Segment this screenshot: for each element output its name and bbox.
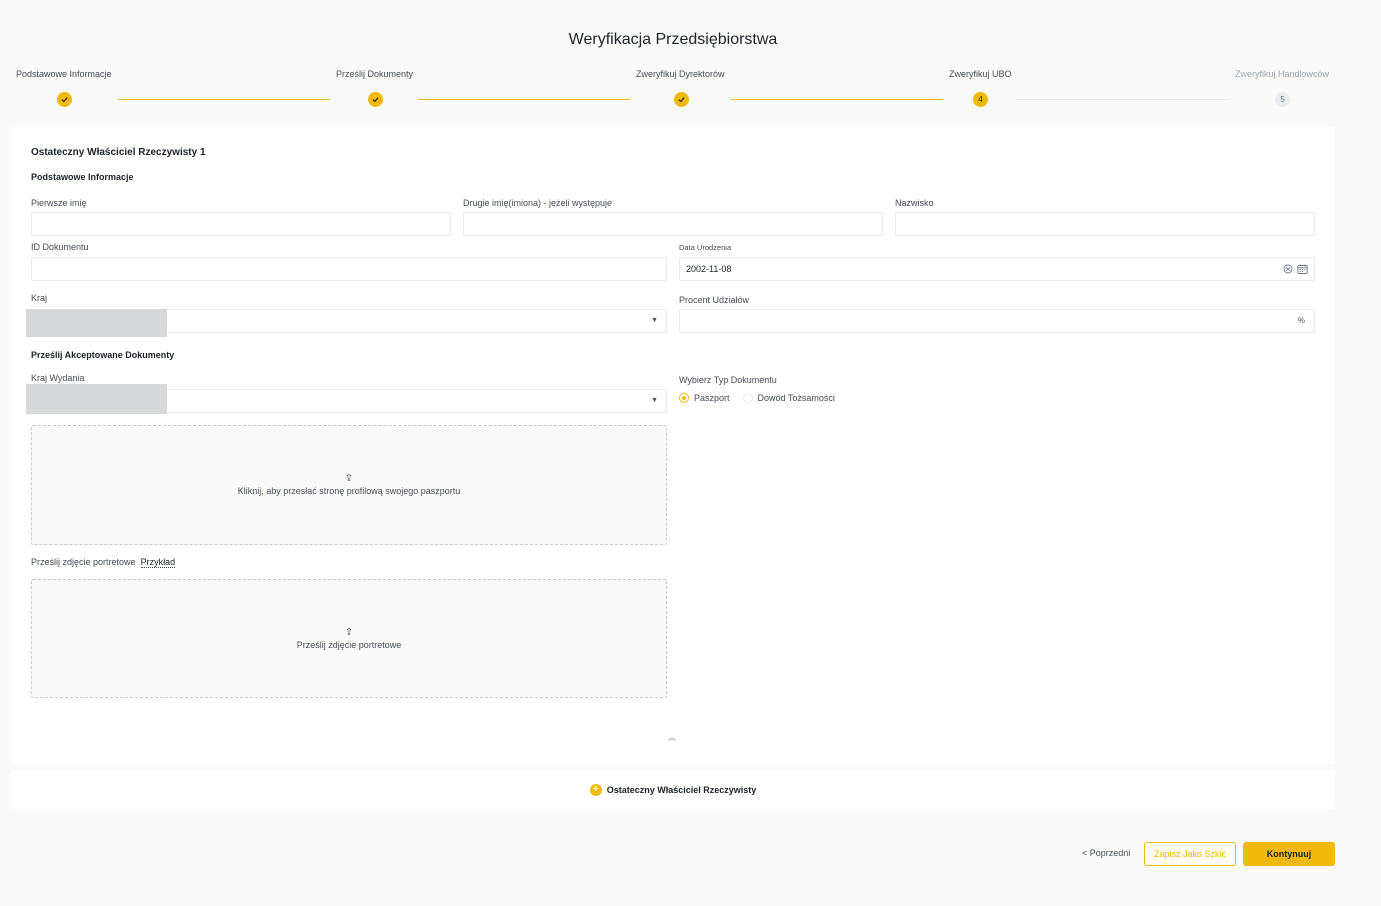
middle-name-label: Drugie imię(imiona) - jeżeli występuje <box>463 198 613 208</box>
doc-type-radio-group: Paszport Dowód Tożsamości <box>679 393 835 403</box>
redacted-area <box>26 384 167 414</box>
step-label-upload-docs: Prześlij Dokumenty <box>336 69 414 79</box>
step-pending-number[interactable]: 5 <box>1275 92 1290 107</box>
share-percent-label: Procent Udziałów <box>679 295 750 305</box>
doc-type-label: Wybierz Typ Dokumentu <box>679 375 777 385</box>
step-label-verify-directors: Zweryfikuj Dyrektorów <box>636 69 725 79</box>
birth-date-value: 2002-11-08 <box>686 264 732 274</box>
step-done-check-icon[interactable] <box>368 92 383 107</box>
passport-upload-text: Kliknij, aby przesłać stronę profilową s… <box>237 486 461 496</box>
issue-country-label: Kraj Wydania <box>31 373 85 383</box>
first-name-label: Pierwsze imię <box>31 198 87 208</box>
document-id-label: ID Dokumentu <box>31 242 89 252</box>
step-connector <box>118 99 330 100</box>
birth-date-input[interactable]: 2002-11-08 <box>679 257 1315 281</box>
portrait-label: Prześlij zdjęcie portretowe Przykład <box>31 557 176 568</box>
first-name-input[interactable] <box>31 212 451 236</box>
radio-id-card-label[interactable]: Dowód Tożsamości <box>758 393 835 403</box>
continue-button[interactable]: Kontynuuj <box>1243 842 1335 866</box>
step-current-number[interactable]: 4 <box>973 92 988 107</box>
percent-suffix: % <box>1297 316 1305 325</box>
step-label-basic-info: Podstawowe Informacje <box>16 69 112 79</box>
step-label-verify-merchants: Zweryfikuj Handlowców <box>1235 69 1330 79</box>
last-name-input[interactable] <box>895 212 1315 236</box>
add-ubo-button[interactable]: + Ostateczny Właściciel Rzeczywisty <box>11 771 1335 809</box>
chevron-up-double-icon[interactable]: ︽ <box>668 732 676 743</box>
middle-name-input[interactable] <box>463 212 883 236</box>
page-title: Weryfikacja Przedsiębiorstwa <box>568 31 778 48</box>
plus-circle-icon: + <box>589 784 602 796</box>
passport-upload-area[interactable]: ⇪ Kliknij, aby przesłać stronę profilową… <box>31 425 667 545</box>
step-connector <box>731 99 943 100</box>
step-connector <box>418 99 630 100</box>
upload-icon: ⇪ <box>344 626 354 638</box>
portrait-upload-area[interactable]: ⇪ Prześlij zdjęcie portretowe <box>31 579 667 698</box>
step-label-verify-ubo: Zweryfikuj UBO <box>949 69 1012 79</box>
radio-passport[interactable] <box>679 393 689 403</box>
save-draft-button[interactable]: Zapisz Jako Szkic <box>1144 842 1236 866</box>
country-label: Kraj <box>31 293 48 303</box>
calendar-icon[interactable] <box>1297 264 1308 274</box>
chevron-down-icon: ▼ <box>651 317 658 324</box>
step-done-check-icon[interactable] <box>674 92 689 107</box>
step-done-check-icon[interactable] <box>57 92 72 107</box>
chevron-down-icon: ▼ <box>651 397 658 404</box>
radio-passport-label[interactable]: Paszport <box>694 393 730 403</box>
basic-info-heading: Podstawowe Informacje <box>31 172 134 182</box>
portrait-label-text: Prześlij zdjęcie portretowe <box>31 557 136 567</box>
clear-icon[interactable] <box>1283 264 1293 274</box>
ubo-title: Ostateczny Właściciel Rzeczywisty 1 <box>31 147 206 158</box>
redacted-area <box>26 309 167 337</box>
birth-date-label: Data Urodzenia <box>679 243 732 252</box>
previous-button[interactable]: < Poprzedni <box>1082 848 1130 858</box>
share-percent-input[interactable]: % <box>679 309 1315 333</box>
upload-icon: ⇪ <box>344 473 354 484</box>
add-ubo-label: Ostateczny Właściciel Rzeczywisty <box>606 785 757 795</box>
example-link[interactable]: Przykład <box>140 557 176 568</box>
step-connector-pending <box>1016 99 1228 100</box>
portrait-upload-text: Prześlij zdjęcie portretowe <box>296 639 402 650</box>
document-id-input[interactable] <box>31 257 667 281</box>
radio-id-card[interactable] <box>742 393 753 403</box>
last-name-label: Nazwisko <box>895 198 934 208</box>
accepted-docs-heading: Prześlij Akceptowane Dokumenty <box>31 350 175 360</box>
